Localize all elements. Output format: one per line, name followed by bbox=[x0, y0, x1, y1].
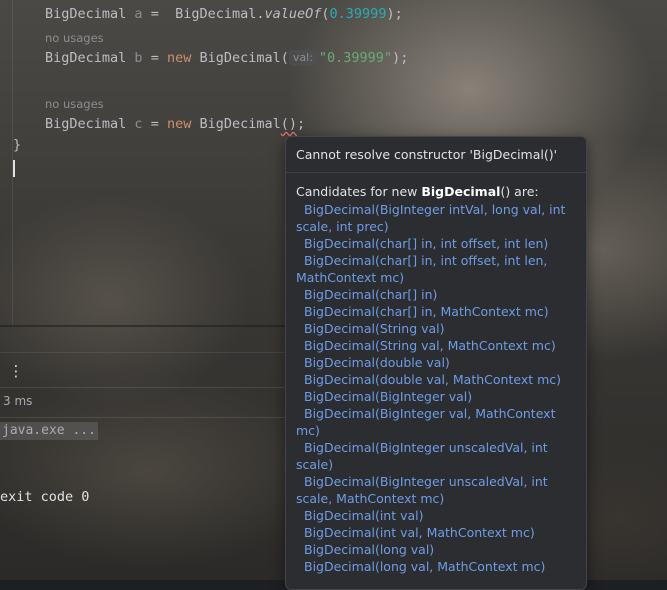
candidate-constructor-link[interactable]: BigDecimal(BigInteger val) bbox=[296, 388, 572, 405]
candidate-constructor-link[interactable]: BigDecimal(String val) bbox=[296, 320, 572, 337]
more-options-icon[interactable]: ⋮ bbox=[8, 360, 24, 382]
candidates-list: BigDecimal(BigInteger intVal, long val, … bbox=[296, 201, 572, 575]
panel-toolbar-divider bbox=[0, 352, 300, 353]
run-timing: 3 ms bbox=[3, 394, 33, 408]
error-tooltip-popup[interactable]: Cannot resolve constructor 'BigDecimal()… bbox=[285, 136, 587, 590]
candidate-constructor-link[interactable]: BigDecimal(BigInteger val, MathContext m… bbox=[296, 405, 572, 439]
candidate-constructor-link[interactable]: BigDecimal(char[] in, int offset, int le… bbox=[296, 235, 572, 252]
code-line-a[interactable]: BigDecimal a = BigDecimal.valueOf(0.3999… bbox=[45, 6, 403, 22]
candidate-constructor-link[interactable]: BigDecimal(BigInteger unscaledVal, int s… bbox=[296, 473, 572, 507]
candidate-constructor-link[interactable]: BigDecimal(int val) bbox=[296, 507, 572, 524]
candidates-heading: Candidates for new BigDecimal() are: bbox=[296, 184, 539, 199]
process-exit-line: exit code 0 bbox=[0, 489, 90, 505]
candidate-constructor-link[interactable]: BigDecimal(double val, MathContext mc) bbox=[296, 371, 572, 388]
candidate-constructor-link[interactable]: BigDecimal(int val, MathContext mc) bbox=[296, 524, 572, 541]
code-line-c[interactable]: BigDecimal c = new BigDecimal(); bbox=[45, 116, 305, 132]
candidate-constructor-link[interactable]: BigDecimal(double val) bbox=[296, 354, 572, 371]
candidate-constructor-link[interactable]: BigDecimal(long val) bbox=[296, 541, 572, 558]
popup-divider bbox=[286, 172, 586, 173]
candidate-constructor-link[interactable]: BigDecimal(BigInteger intVal, long val, … bbox=[296, 201, 572, 235]
panel-divider[interactable] bbox=[0, 325, 300, 327]
text-caret bbox=[13, 160, 15, 177]
error-highlight[interactable]: () bbox=[281, 116, 297, 132]
run-panel-divider bbox=[0, 387, 300, 388]
usages-hint[interactable]: no usages bbox=[45, 31, 104, 45]
candidate-constructor-link[interactable]: BigDecimal(String val, MathContext mc) bbox=[296, 337, 572, 354]
closing-brace: } bbox=[13, 137, 22, 153]
run-command-link[interactable]: java.exe ... bbox=[0, 422, 98, 440]
code-line-b[interactable]: BigDecimal b = new BigDecimal(val: "0.399… bbox=[45, 50, 408, 66]
parameter-name-hint: val: bbox=[288, 50, 317, 66]
usages-hint[interactable]: no usages bbox=[45, 97, 104, 111]
candidate-constructor-link[interactable]: BigDecimal(char[] in) bbox=[296, 286, 572, 303]
run-panel-divider bbox=[0, 417, 300, 418]
candidate-constructor-link[interactable]: BigDecimal(long val, MathContext mc) bbox=[296, 558, 572, 575]
error-message: Cannot resolve constructor 'BigDecimal()… bbox=[296, 147, 558, 162]
candidate-constructor-link[interactable]: BigDecimal(BigInteger unscaledVal, int s… bbox=[296, 439, 572, 473]
candidate-constructor-link[interactable]: BigDecimal(char[] in, int offset, int le… bbox=[296, 252, 572, 286]
candidate-constructor-link[interactable]: BigDecimal(char[] in, MathContext mc) bbox=[296, 303, 572, 320]
